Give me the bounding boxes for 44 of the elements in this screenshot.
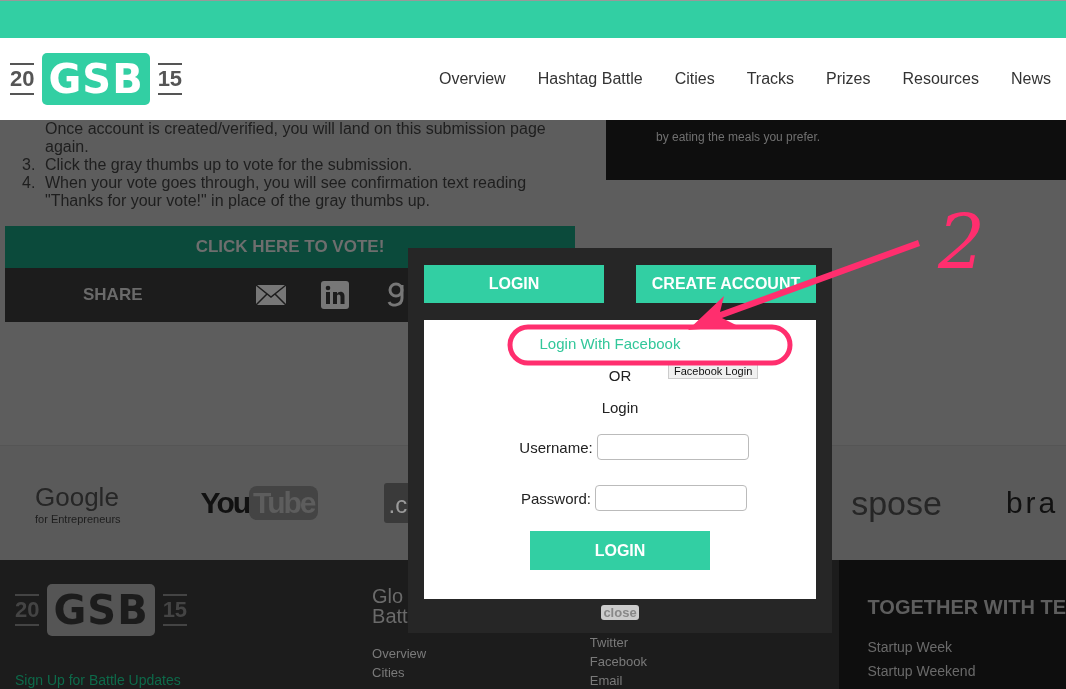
footer-link[interactable]: Email [589, 671, 839, 689]
footer-link[interactable]: Startup Weekend [867, 659, 1066, 683]
or-text: OR [608, 367, 632, 384]
share-label: SHARE [83, 285, 144, 305]
logo-year: 15 [157, 63, 183, 95]
footer-heading: TOGETHER WITH TE [867, 596, 1066, 619]
linkedin-icon[interactable] [321, 281, 349, 309]
signup-link[interactable]: Sign Up for Battle Updates [15, 671, 373, 689]
close-button[interactable]: close [601, 605, 639, 620]
nav-link[interactable]: Tracks [746, 70, 795, 88]
sponsor-logo-text: bra [1005, 486, 1059, 520]
field-label: Username: [519, 438, 593, 456]
field-label: Password: [521, 489, 591, 507]
facebook-login-link[interactable]: Login With Facebook [539, 335, 701, 352]
nav-link[interactable]: Resources [902, 70, 979, 88]
input-field[interactable] [596, 434, 749, 460]
footer-link[interactable]: Overview [372, 644, 590, 663]
input-field[interactable] [595, 485, 747, 511]
step-text: Once account is created/verified, you will land on this submission page again. [45, 120, 547, 156]
step-number: 3. [22, 156, 36, 173]
nav-link[interactable]: Prizes [826, 70, 871, 88]
sponsor-logo-text: You [200, 486, 250, 520]
nav-link[interactable]: News [1011, 70, 1051, 88]
email-icon[interactable] [255, 284, 287, 306]
step-text: When your vote goes through, you will see confirmation text reading "Thanks for your vote!" in place of the gray thumbs up. [45, 174, 528, 210]
footer-link[interactable]: Facebook [589, 652, 839, 671]
logo-mark: GSB [47, 584, 155, 636]
nav-link[interactable]: Cities [674, 70, 715, 88]
nav-link[interactable]: Overview [439, 70, 506, 88]
nav-link[interactable]: Hashtag Battle [537, 70, 643, 88]
footer-link[interactable]: Cities [372, 663, 590, 682]
footer-link[interactable]: Startup Week [867, 635, 1066, 659]
footer-link[interactable]: Twitter [589, 633, 839, 652]
footer-heading: Glo [372, 586, 405, 606]
step-number: 4. [22, 174, 36, 191]
footer-heading: Batt [372, 606, 409, 626]
logo-year: 20 [10, 63, 35, 95]
step-text: Click the gray thumbs up to vote for the submission. [45, 156, 413, 174]
google-plus-icon[interactable] [387, 281, 405, 309]
promo-text: by eating the meals you prefer. [656, 130, 822, 144]
logo-mark: GSB [42, 53, 150, 105]
annotation-number: 2 [938, 199, 986, 285]
login-heading: Login [601, 399, 639, 416]
sponsor-tagline: for Entrepreneurs [35, 512, 121, 525]
